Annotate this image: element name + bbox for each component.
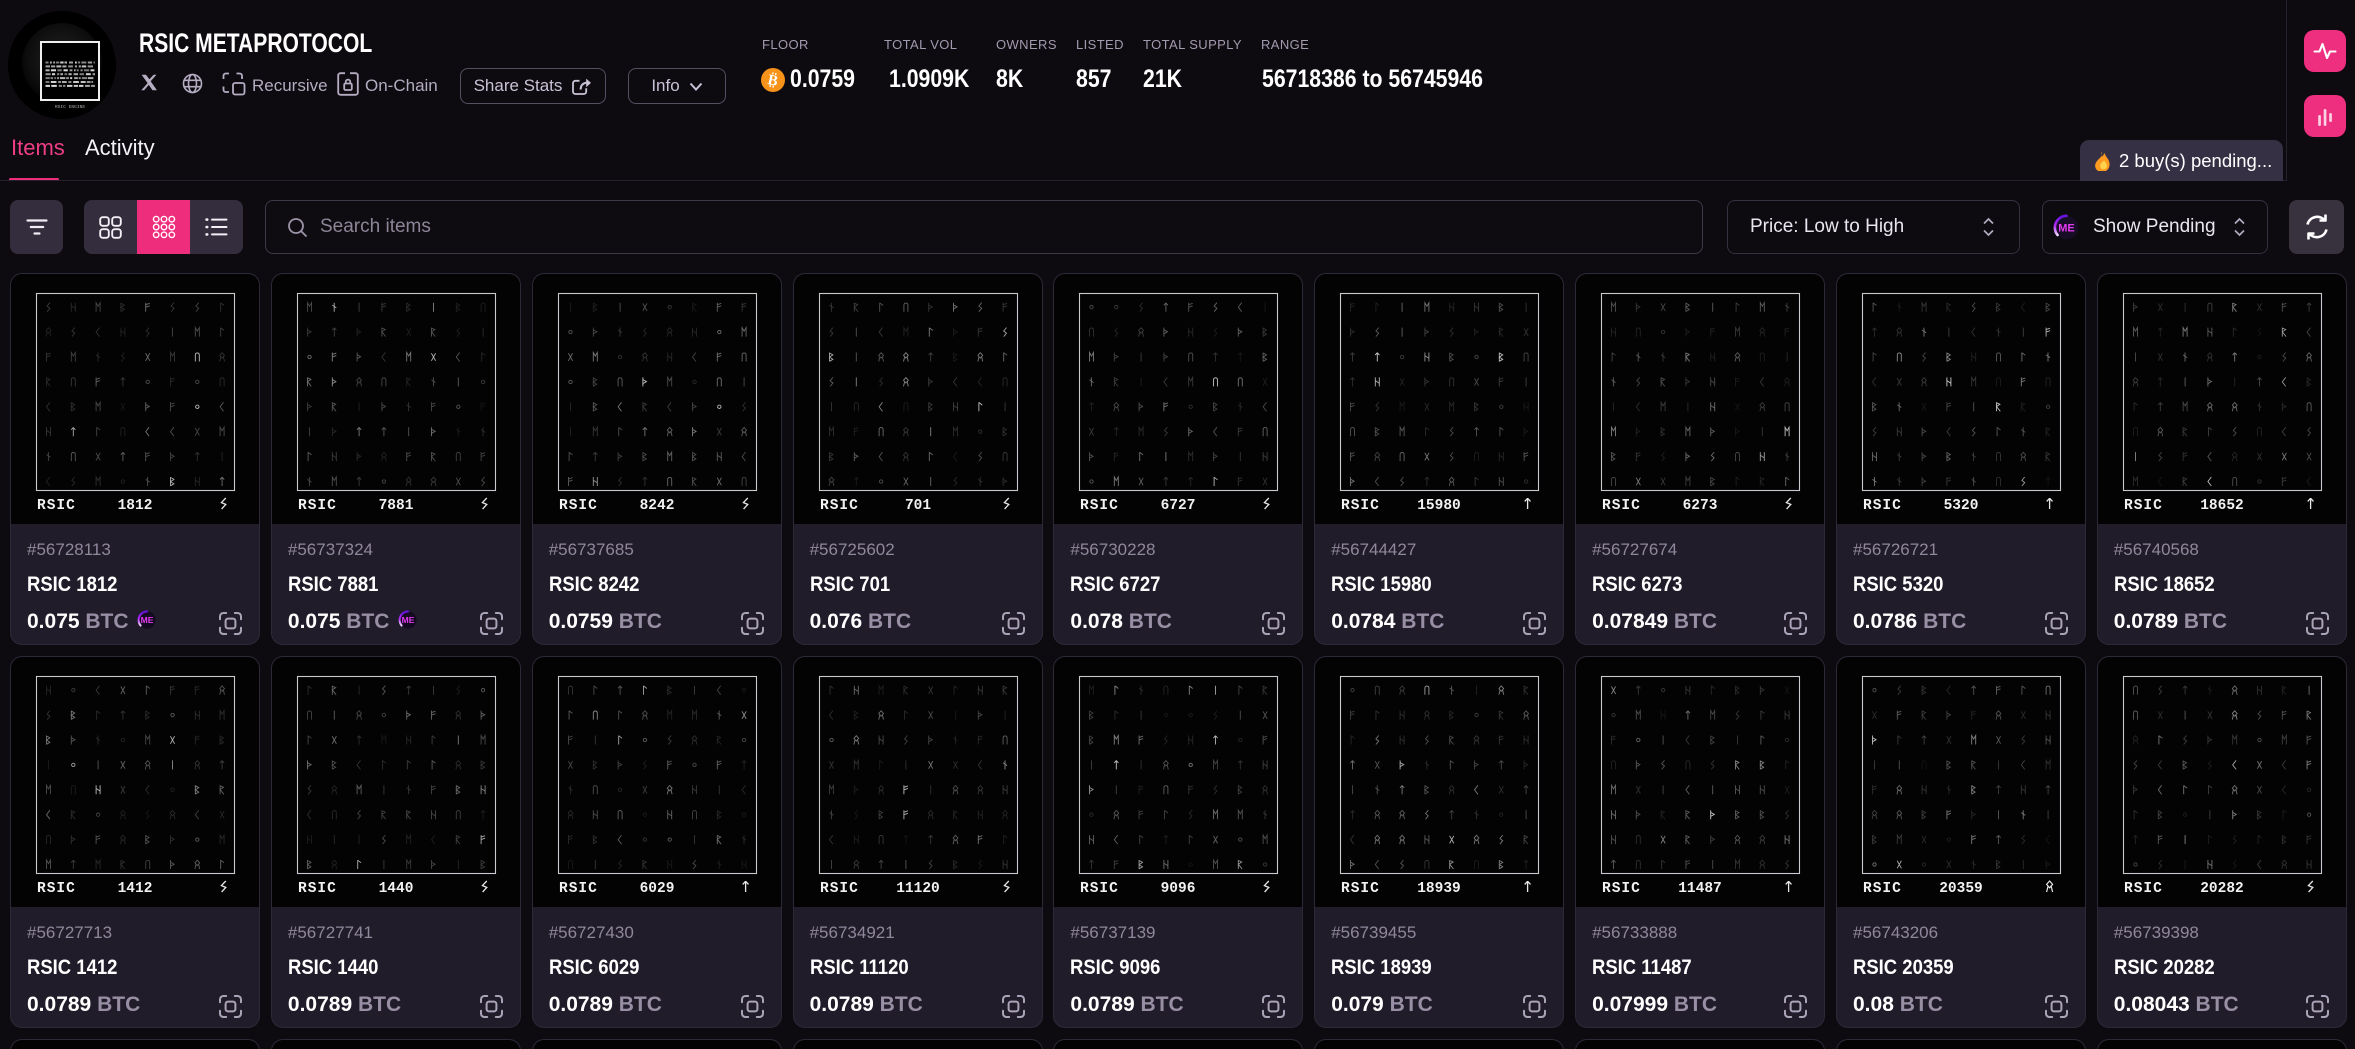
svg-text:6029: 6029 [639,881,674,897]
svg-text:RSIC: RSIC [2124,881,2163,897]
svg-text:RSIC: RSIC [298,881,337,897]
svg-text:701: 701 [905,498,931,514]
svg-text:ME: ME [141,615,154,625]
svg-text:1412: 1412 [118,881,153,897]
svg-text:ME: ME [402,615,415,625]
svg-text:RSIC: RSIC [1341,881,1380,897]
svg-text:15980: 15980 [1417,498,1461,514]
svg-text:RSIC: RSIC [820,881,859,897]
svg-text:20359: 20359 [1939,881,1983,897]
svg-text:1440: 1440 [378,881,413,897]
svg-text:RSIC: RSIC [1863,498,1902,514]
svg-text:RSIC: RSIC [1602,881,1641,897]
svg-text:ME: ME [2058,223,2075,235]
svg-text:6273: 6273 [1683,498,1718,514]
svg-text:1812: 1812 [118,498,153,514]
svg-text:RSIC: RSIC [1863,881,1902,897]
svg-text:RSIC: RSIC [559,881,598,897]
svg-text:RSIC: RSIC [37,498,76,514]
svg-text:7881: 7881 [378,498,413,514]
svg-text:RSIC: RSIC [1080,498,1119,514]
svg-text:20282: 20282 [2200,881,2244,897]
svg-text:8242: 8242 [639,498,674,514]
svg-text:RSIC ENGINE: RSIC ENGINE [55,104,86,110]
svg-text:RSIC: RSIC [298,498,337,514]
svg-text:RSIC: RSIC [559,498,598,514]
svg-text:RSIC: RSIC [1080,881,1119,897]
svg-text:RSIC: RSIC [1341,498,1380,514]
svg-text:18939: 18939 [1417,881,1461,897]
svg-text:RSIC: RSIC [1602,498,1641,514]
svg-text:RSIC: RSIC [820,498,859,514]
svg-text:11120: 11120 [896,881,940,897]
svg-text:18652: 18652 [2200,498,2244,514]
svg-text:5320: 5320 [1944,498,1979,514]
svg-text:9096: 9096 [1161,881,1196,897]
svg-text:RSIC: RSIC [2124,498,2163,514]
svg-text:11487: 11487 [1678,881,1722,897]
svg-text:RSIC: RSIC [37,881,76,897]
svg-text:6727: 6727 [1161,498,1196,514]
